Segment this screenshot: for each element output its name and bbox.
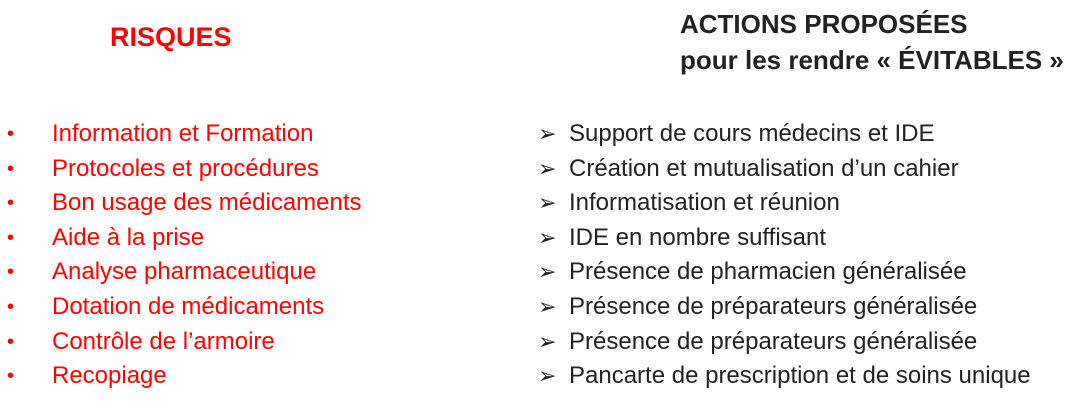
action-label: Support de cours médecins et IDE	[569, 120, 935, 147]
risque-label: Dotation de médicaments	[52, 292, 325, 320]
arrow-bullet-icon: ➢	[538, 224, 557, 250]
actions-heading: ACTIONS PROPOSÉES pour les rendre « ÉVIT…	[680, 6, 1064, 78]
bullet-icon: •	[7, 157, 15, 180]
action-label: Présence de préparateurs généralisée	[569, 292, 978, 320]
actions-heading-line1: ACTIONS PROPOSÉES	[680, 9, 968, 39]
action-label: Pancarte de prescription et de soins uni…	[569, 362, 1031, 390]
risque-label: Analyse pharmaceutique	[52, 258, 317, 286]
bullet-icon: •	[7, 330, 15, 353]
actions-heading-line2: pour les rendre « ÉVITABLES »	[680, 45, 1064, 75]
arrow-bullet-icon: ➢	[538, 121, 557, 146]
arrow-bullet-icon: ➢	[538, 363, 557, 389]
bullet-icon: •	[7, 261, 15, 284]
bullet-icon: •	[7, 192, 15, 215]
arrow-bullet-icon: ➢	[538, 259, 557, 285]
risque-label: Recopiage	[52, 362, 167, 390]
bullet-icon: •	[7, 295, 15, 318]
bullet-icon: •	[7, 365, 15, 388]
action-label: Présence de préparateurs généralisée	[569, 327, 978, 355]
risque-label: Bon usage des médicaments	[52, 189, 362, 217]
risques-heading: RISQUES	[110, 22, 232, 52]
action-label: Informatisation et réunion	[569, 189, 840, 217]
bullet-icon: •	[7, 226, 15, 249]
risque-label: Aide à la prise	[52, 223, 205, 251]
action-label: IDE en nombre suffisant	[569, 223, 827, 251]
risque-label: Protocoles et procédures	[52, 154, 319, 182]
risque-label: Information et Formation	[52, 120, 314, 147]
bullet-icon: •	[7, 123, 15, 145]
action-label: Présence de pharmacien généralisée	[569, 258, 967, 286]
risque-label: Contrôle de l’armoire	[52, 327, 275, 355]
action-label: Création et mutualisation d’un cahier	[569, 154, 959, 182]
arrow-bullet-icon: ➢	[538, 190, 557, 216]
arrow-bullet-icon: ➢	[538, 293, 557, 319]
arrow-bullet-icon: ➢	[538, 155, 557, 181]
arrow-bullet-icon: ➢	[538, 328, 557, 354]
